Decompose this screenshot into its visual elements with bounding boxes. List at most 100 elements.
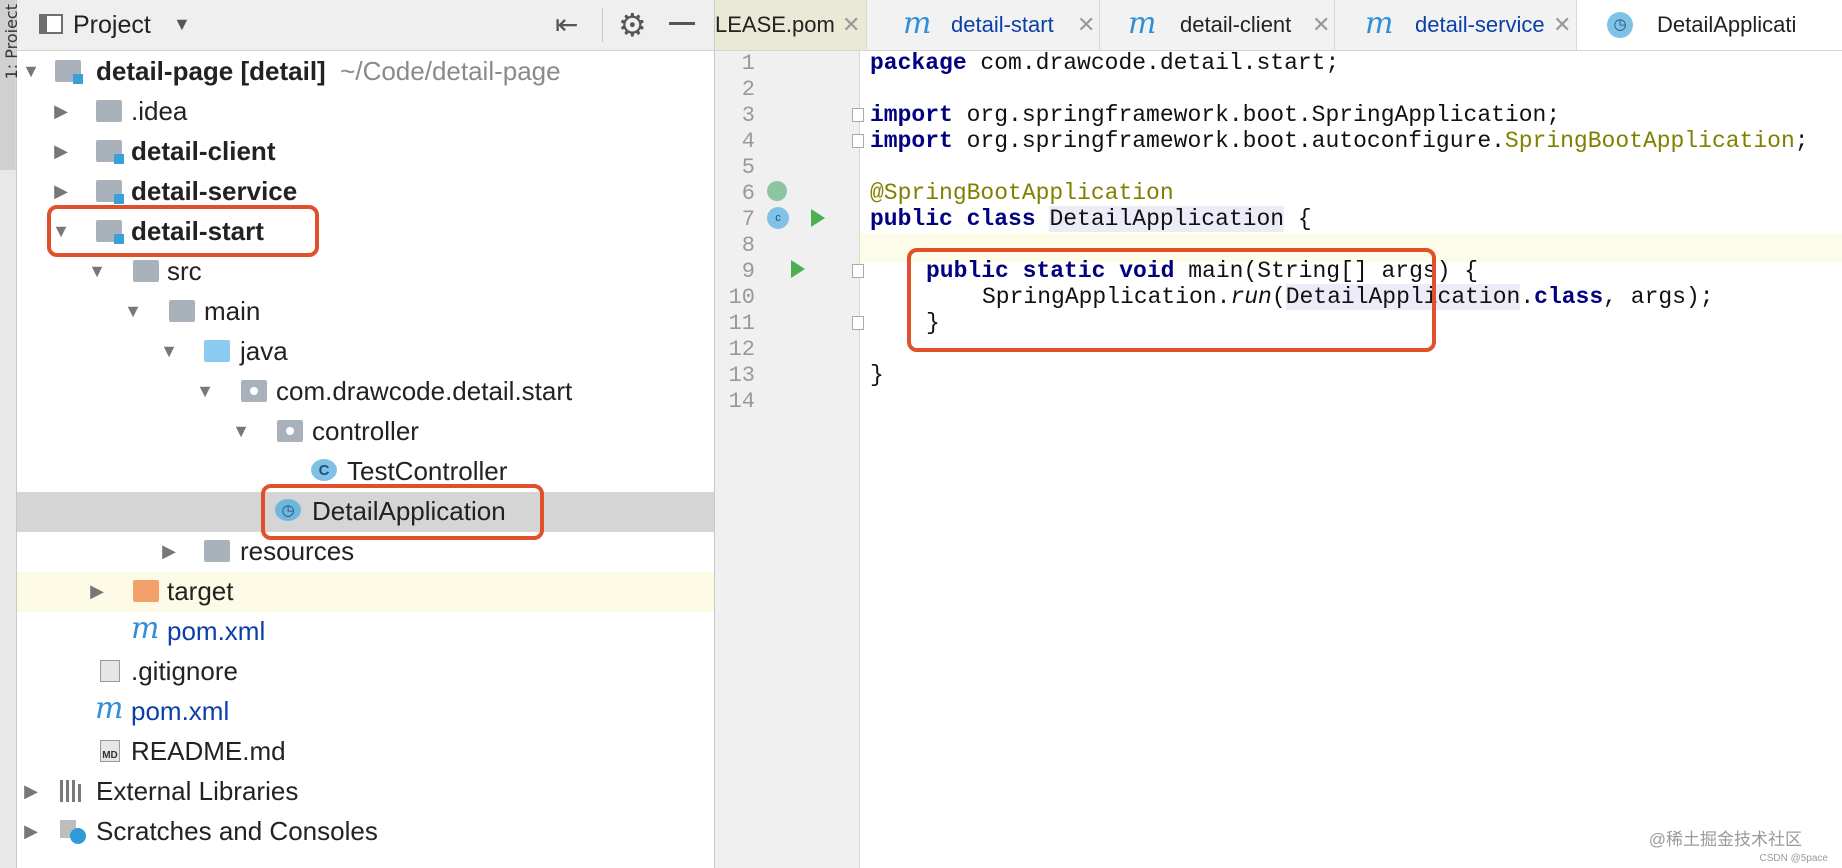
highlight-box-main-method xyxy=(907,248,1436,352)
tab-detail-application[interactable]: ◷ DetailApplicati xyxy=(1577,0,1842,50)
expand-arrow-icon[interactable]: ▶ xyxy=(51,181,71,202)
tab-detail-service[interactable]: m detail-service ✕ xyxy=(1335,0,1577,50)
fold-icon[interactable] xyxy=(852,316,864,330)
tab-detail-start[interactable]: m detail-start ✕ xyxy=(867,0,1100,50)
watermark-sub: CSDN @5pace xyxy=(1759,853,1828,864)
fold-icon[interactable] xyxy=(852,264,864,278)
tree-item-pom-inner[interactable]: m pom.xml xyxy=(17,612,714,652)
tree-item-controller[interactable]: ▼ controller xyxy=(17,412,714,452)
module-folder-icon xyxy=(96,140,124,164)
project-panel-title[interactable]: Project xyxy=(73,11,151,40)
spring-boot-class-icon: ◷ xyxy=(1607,12,1633,38)
tool-window-strip: 1: Project xyxy=(0,0,21,868)
project-panel-header: Project ▼ ⇤ ⚙ xyxy=(17,0,714,51)
expand-arrow-icon[interactable]: ▼ xyxy=(195,381,215,402)
tree-item-main[interactable]: ▼ main xyxy=(17,292,714,332)
tree-item-label: com.drawcode.detail.start xyxy=(276,376,573,406)
tree-item-external-libraries[interactable]: ▶ External Libraries xyxy=(17,772,714,812)
tree-item-path: ~/Code/detail-page xyxy=(340,56,561,86)
tab-label: detail-start xyxy=(951,12,1054,37)
tree-item-target[interactable]: ▶ target xyxy=(17,572,714,612)
tree-item-idea[interactable]: ▶ .idea xyxy=(17,92,714,132)
line-number: 6 xyxy=(741,181,755,206)
expand-arrow-icon[interactable]: ▶ xyxy=(51,141,71,162)
tree-item-root[interactable]: ▼ detail-page [detail] ~/Code/detail-pag… xyxy=(17,52,714,92)
expand-arrow-icon[interactable]: ▼ xyxy=(159,341,179,362)
tree-item-gitignore[interactable]: .gitignore xyxy=(17,652,714,692)
tree-item-label: External Libraries xyxy=(96,776,299,806)
run-icon[interactable] xyxy=(791,260,805,278)
project-view-icon xyxy=(39,14,63,34)
code-editor[interactable]: 1 2 3 4 5 6 7 8 9 10 11 12 13 14 c packa… xyxy=(715,50,1842,868)
tree-item-label: .gitignore xyxy=(131,656,238,686)
tab-detail-client[interactable]: m detail-client ✕ xyxy=(1100,0,1335,50)
expand-arrow-icon[interactable]: ▼ xyxy=(21,61,41,82)
line-number: 3 xyxy=(741,103,755,128)
tree-item-label: .idea xyxy=(131,96,188,126)
code-line-13: } xyxy=(870,362,884,388)
expand-arrow-icon[interactable]: ▼ xyxy=(123,301,143,322)
collapse-all-icon[interactable]: ⇤ xyxy=(555,8,578,41)
chevron-down-icon[interactable]: ▼ xyxy=(173,14,191,35)
highlight-box-detail-start xyxy=(47,205,319,257)
tab-label: LEASE.pom xyxy=(715,12,835,37)
expand-arrow-icon[interactable]: ▼ xyxy=(87,261,107,282)
expand-arrow-icon[interactable]: ▶ xyxy=(51,101,71,122)
code-line-3: import org.springframework.boot.SpringAp… xyxy=(870,102,1561,128)
close-icon[interactable]: ✕ xyxy=(842,12,860,38)
tree-item-java[interactable]: ▼ java xyxy=(17,332,714,372)
folder-icon xyxy=(169,300,195,322)
close-icon[interactable]: ✕ xyxy=(1553,12,1571,38)
expand-arrow-icon[interactable]: ▶ xyxy=(159,541,179,562)
tab-release-pom[interactable]: LEASE.pom ✕ xyxy=(715,0,867,50)
run-icon[interactable] xyxy=(811,209,825,227)
expand-arrow-icon[interactable]: ▶ xyxy=(21,781,41,802)
line-number: 4 xyxy=(741,129,755,154)
tab-label: DetailApplicati xyxy=(1657,12,1797,37)
minimize-icon[interactable] xyxy=(669,22,695,25)
library-icon xyxy=(60,780,86,802)
resources-folder-icon xyxy=(204,540,230,562)
line-number: 12 xyxy=(728,337,755,362)
tree-item-pom-root[interactable]: m pom.xml xyxy=(17,692,714,732)
highlight-box-detail-application xyxy=(261,484,544,540)
package-icon xyxy=(241,380,267,402)
package-icon xyxy=(277,420,303,442)
code-line-6: @SpringBootApplication xyxy=(870,180,1174,206)
expand-arrow-icon[interactable]: ▼ xyxy=(231,421,251,442)
bean-navigation-icon[interactable] xyxy=(767,181,787,201)
gear-icon[interactable]: ⚙ xyxy=(618,6,647,44)
project-tool-tab[interactable]: 1: Project xyxy=(0,0,21,170)
expand-arrow-icon[interactable]: ▶ xyxy=(21,821,41,842)
editor-tab-bar: LEASE.pom ✕ m detail-start ✕ m detail-cl… xyxy=(715,0,1842,51)
expand-arrow-icon[interactable]: ▶ xyxy=(87,581,107,602)
maven-icon: m xyxy=(903,6,932,41)
maven-icon: m xyxy=(1128,6,1157,41)
tree-item-package[interactable]: ▼ com.drawcode.detail.start xyxy=(17,372,714,412)
tree-item-label: src xyxy=(167,256,202,286)
spring-boot-class-icon[interactable]: c xyxy=(767,207,789,229)
maven-icon: m xyxy=(95,691,124,726)
line-number: 10 xyxy=(728,285,755,310)
line-number: 7 xyxy=(741,207,755,232)
tab-label: detail-service xyxy=(1415,12,1545,37)
line-number: 8 xyxy=(741,233,755,258)
tree-item-detail-client[interactable]: ▶ detail-client xyxy=(17,132,714,172)
line-number: 1 xyxy=(741,51,755,76)
close-icon[interactable]: ✕ xyxy=(1312,12,1330,38)
tree-item-label: detail-service xyxy=(131,176,298,206)
tree-item-readme[interactable]: MD README.md xyxy=(17,732,714,772)
code-line-4: import org.springframework.boot.autoconf… xyxy=(870,128,1809,154)
editor-gutter: 1 2 3 4 5 6 7 8 9 10 11 12 13 14 c xyxy=(715,51,864,868)
tree-item-label: detail-page [detail] xyxy=(96,56,326,86)
tree-item-scratches[interactable]: ▶ Scratches and Consoles xyxy=(17,812,714,852)
tree-item-src[interactable]: ▼ src xyxy=(17,252,714,292)
source-folder-icon xyxy=(204,340,230,362)
fold-icon[interactable] xyxy=(852,134,864,148)
tree-item-label: detail-client xyxy=(131,136,276,166)
class-icon: C xyxy=(311,459,337,481)
close-icon[interactable]: ✕ xyxy=(1077,12,1095,38)
fold-icon[interactable] xyxy=(852,108,864,122)
module-folder-icon xyxy=(55,60,83,84)
tree-item-label: pom.xml xyxy=(131,696,230,726)
